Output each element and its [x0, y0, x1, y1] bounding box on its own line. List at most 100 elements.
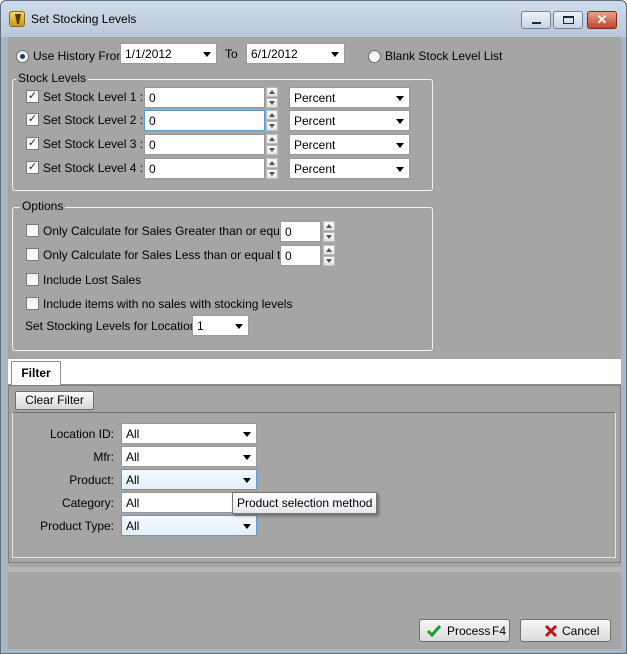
- location-id-select[interactable]: All: [121, 423, 257, 444]
- chevron-down-icon: [243, 432, 251, 437]
- cross-icon: [544, 624, 558, 638]
- cancel-button[interactable]: Cancel: [520, 619, 611, 642]
- to-label: To: [225, 47, 238, 61]
- to-date-value: 6/1/2012: [251, 47, 298, 61]
- product-type-label: Product Type:: [40, 519, 114, 533]
- stock-level-4-unit: Percent: [294, 162, 336, 176]
- sales-less-spinner[interactable]: [323, 245, 335, 266]
- stock-level-2-checkbox[interactable]: ✓: [26, 113, 39, 126]
- spin-up-icon[interactable]: [323, 221, 335, 231]
- stock-level-4-label: Set Stock Level 4 :: [43, 161, 144, 175]
- sales-greater-value: 0: [285, 225, 292, 239]
- sales-greater-label: Only Calculate for Sales Greater than or…: [43, 224, 306, 238]
- spin-up-icon[interactable]: [266, 134, 278, 144]
- spin-down-icon[interactable]: [266, 169, 278, 179]
- stock-level-1-unit-select[interactable]: Percent: [289, 87, 410, 108]
- from-date-value: 1/1/2012: [125, 47, 172, 61]
- sales-greater-checkbox[interactable]: [26, 224, 39, 237]
- spin-down-icon[interactable]: [323, 232, 335, 242]
- stock-level-1-label: Set Stock Level 1 :: [43, 90, 144, 104]
- chevron-down-icon: [396, 143, 404, 148]
- blank-stock-level-label: Blank Stock Level List: [385, 49, 503, 63]
- process-shortcut: F4: [492, 624, 507, 638]
- chevron-down-icon: [396, 167, 404, 172]
- tab-filter[interactable]: Filter: [11, 361, 61, 386]
- spin-down-icon[interactable]: [323, 256, 335, 266]
- filter-fields-panel: Location ID: All Mfr: All Product: All C…: [12, 412, 616, 558]
- stock-level-1-unit: Percent: [294, 91, 336, 105]
- spin-down-icon[interactable]: [266, 121, 278, 131]
- use-history-radio[interactable]: [16, 50, 29, 63]
- cancel-label: Cancel: [562, 624, 600, 638]
- sales-greater-input[interactable]: 0: [280, 221, 321, 242]
- history-to-date-picker[interactable]: 6/1/2012: [246, 43, 345, 64]
- stock-level-3-unit-select[interactable]: Percent: [289, 134, 410, 155]
- product-label: Product:: [69, 473, 114, 487]
- stock-level-4-input[interactable]: 0: [144, 158, 265, 179]
- stock-level-3-checkbox[interactable]: ✓: [26, 137, 39, 150]
- stock-level-3-spinner[interactable]: [266, 134, 278, 155]
- include-lost-sales-label: Include Lost Sales: [43, 273, 142, 287]
- dialog-body: Use History From: 1/1/2012 To 6/1/2012 B…: [8, 37, 621, 649]
- include-no-sales-checkbox[interactable]: [26, 297, 39, 310]
- minimize-button[interactable]: [521, 11, 551, 29]
- stock-level-4-checkbox[interactable]: ✓: [26, 161, 39, 174]
- category-label: Category:: [61, 496, 114, 510]
- clear-filter-button[interactable]: Clear Filter: [15, 391, 94, 410]
- app-icon: [9, 11, 25, 27]
- history-from-date-picker[interactable]: 1/1/2012: [120, 43, 217, 64]
- spin-up-icon[interactable]: [266, 158, 278, 168]
- maximize-icon: [563, 16, 574, 24]
- spin-up-icon[interactable]: [266, 110, 278, 120]
- stock-level-2-spinner[interactable]: [266, 110, 278, 131]
- stock-level-2-label: Set Stock Level 2 :: [43, 113, 144, 127]
- stock-level-3-unit: Percent: [294, 138, 336, 152]
- stock-level-2-value: 0: [149, 114, 156, 128]
- product-type-select[interactable]: All: [121, 515, 257, 536]
- chevron-down-icon: [396, 96, 404, 101]
- title-bar[interactable]: Set Stocking Levels ✕: [1, 1, 626, 37]
- mfr-value: All: [126, 450, 140, 464]
- spin-down-icon[interactable]: [266, 145, 278, 155]
- location-id-label: Location ID:: [49, 427, 114, 441]
- chevron-down-icon: [331, 52, 339, 57]
- minimize-icon: [532, 22, 541, 24]
- stock-levels-title: Stock Levels: [16, 71, 89, 85]
- spin-up-icon[interactable]: [266, 87, 278, 97]
- chevron-down-icon: [396, 119, 404, 124]
- chevron-down-icon: [243, 524, 251, 529]
- stock-level-3-input[interactable]: 0: [144, 134, 265, 155]
- stock-level-1-value: 0: [149, 91, 156, 105]
- mfr-select[interactable]: All: [121, 446, 257, 467]
- spin-down-icon[interactable]: [266, 98, 278, 108]
- include-lost-sales-checkbox[interactable]: [26, 273, 39, 286]
- product-value: All: [126, 473, 140, 487]
- filter-panel: Clear Filter Location ID: All Mfr: All P…: [8, 385, 621, 563]
- stock-level-4-unit-select[interactable]: Percent: [289, 158, 410, 179]
- product-type-value: All: [126, 519, 140, 533]
- options-title: Options: [20, 199, 66, 213]
- sales-less-input[interactable]: 0: [280, 245, 321, 266]
- stock-level-2-unit: Percent: [294, 114, 336, 128]
- process-button[interactable]: Process F4: [419, 619, 510, 642]
- spin-up-icon[interactable]: [323, 245, 335, 255]
- product-select[interactable]: All: [121, 469, 257, 490]
- blank-stock-level-radio[interactable]: [368, 50, 381, 63]
- product-selection-tooltip: Product selection method: [232, 492, 378, 514]
- sales-less-label: Only Calculate for Sales Less than or eq…: [43, 248, 291, 262]
- sales-greater-spinner[interactable]: [323, 221, 335, 242]
- location-select[interactable]: 1: [192, 315, 249, 336]
- location-value: 1: [197, 319, 204, 333]
- stock-level-2-unit-select[interactable]: Percent: [289, 110, 410, 131]
- stock-level-1-checkbox[interactable]: ✓: [26, 90, 39, 103]
- stock-level-1-spinner[interactable]: [266, 87, 278, 108]
- stock-level-4-value: 0: [149, 162, 156, 176]
- sales-less-checkbox[interactable]: [26, 248, 39, 261]
- stock-level-2-input[interactable]: 0: [144, 110, 265, 131]
- process-label: Process: [447, 624, 491, 638]
- stock-level-1-input[interactable]: 0: [144, 87, 265, 108]
- category-value: All: [126, 496, 140, 510]
- stock-level-4-spinner[interactable]: [266, 158, 278, 179]
- maximize-button[interactable]: [553, 11, 583, 29]
- close-button[interactable]: ✕: [587, 11, 617, 29]
